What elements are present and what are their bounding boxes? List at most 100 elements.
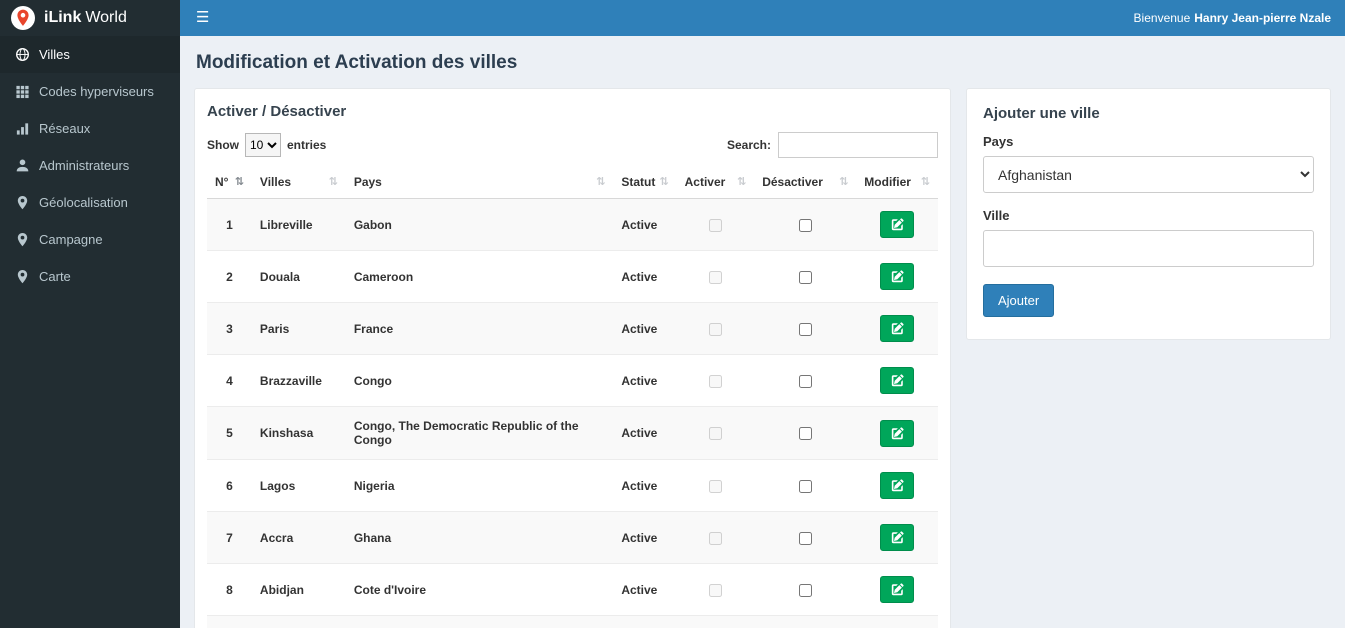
brand[interactable]: iLink World [0,0,180,36]
edit-icon [891,218,904,231]
column-header-statut[interactable]: Statut ⇅ [613,166,677,199]
desactiver-cell [754,511,857,564]
modifier-cell [856,250,938,303]
numero-cell: 8 [207,563,252,616]
modifier-cell [856,302,938,355]
modifier-button[interactable] [880,419,915,447]
activer-checkbox[interactable] [708,479,722,493]
menu-icon[interactable]: ☰ [180,0,225,36]
numero-cell: 6 [207,459,252,512]
page-length-control: Show 10 entries [207,133,326,157]
sidebar-item-label: Géolocalisation [39,195,128,210]
edit-icon [891,479,904,492]
sidebar-item-geolocalisation[interactable]: Géolocalisation [0,184,180,221]
desactiver-checkbox[interactable] [798,218,812,232]
activer-checkbox[interactable] [708,218,722,232]
table-row: 4 Brazzaville Congo Active [207,354,938,407]
activer-checkbox[interactable] [708,531,722,545]
ville-cell: Dakar [251,615,346,628]
edit-icon [891,426,904,440]
edit-icon [891,583,904,596]
desactiver-checkbox[interactable] [798,270,812,284]
pin-icon [14,232,30,247]
welcome-text: Bienvenue Hanry Jean-pierre Nzale [1133,11,1331,25]
pays-label: Pays [983,134,1014,149]
modifier-cell [856,459,938,512]
sidebar-item-campagne[interactable]: Campagne [0,221,180,258]
table-panel-title: Activer / Désactiver [207,103,347,120]
numero-cell: 3 [207,302,252,355]
ville-cell: Brazzaville [251,354,346,407]
activer-cell [676,511,755,564]
desactiver-checkbox[interactable] [798,479,812,493]
signal-icon [14,121,30,136]
modifier-button[interactable] [880,263,915,290]
ville-cell: Accra [251,511,346,564]
sidebar-item-codes-hyperviseurs[interactable]: Codes hyperviseurs [0,73,180,110]
column-header-desactiver[interactable]: Désactiver ⇅ [754,166,857,199]
modifier-button[interactable] [880,524,915,551]
ville-label: Ville [983,208,1010,223]
activer-checkbox[interactable] [708,427,722,441]
search-input[interactable] [778,132,938,158]
sidebar-item-administrateurs[interactable]: Administrateurs [0,147,180,184]
column-header-activer[interactable]: Activer ⇅ [676,166,755,199]
activer-cell [676,354,755,407]
pays-select[interactable]: Afghanistan [983,156,1314,193]
page-length-select[interactable]: 10 [245,133,281,157]
modules-icon [14,84,30,99]
statut-cell: Active [613,459,677,512]
modifier-button[interactable] [880,472,915,499]
column-label: N° [215,175,229,189]
edit-icon [891,531,904,544]
desactiver-checkbox[interactable] [798,322,812,336]
ville-cell: Lagos [251,459,346,512]
ajouter-button[interactable]: Ajouter [983,284,1055,317]
desactiver-checkbox[interactable] [798,427,812,441]
modifier-button[interactable] [880,367,915,394]
column-header-n[interactable]: N° ⇅ [207,166,252,199]
desactiver-checkbox[interactable] [798,583,812,597]
sidebar-item-label: Villes [39,47,70,62]
ville-cell: Libreville [251,198,346,251]
sort-icon: ⇅ [596,176,606,188]
sidebar-item-label: Codes hyperviseurs [39,84,154,99]
modifier-button[interactable] [880,315,915,342]
modifier-button[interactable] [880,576,915,603]
ville-input[interactable] [983,230,1314,267]
activer-checkbox[interactable] [708,583,722,597]
column-header-villes[interactable]: Villes ⇅ [251,166,346,199]
pays-cell: Nigeria [345,459,614,512]
numero-cell: 1 [207,198,252,251]
sidebar-item-carte[interactable]: Carte [0,258,180,295]
activer-checkbox[interactable] [708,270,722,284]
activer-checkbox[interactable] [708,322,722,336]
pays-cell: Congo, The Democratic Republic of the Co… [345,406,614,460]
sidebar-item-reseaux[interactable]: Réseaux [0,110,180,147]
desactiver-checkbox[interactable] [798,531,812,545]
numero-cell: 5 [207,406,252,460]
statut-cell: Active [613,511,677,564]
pays-cell: Senegal [345,615,614,628]
modifier-cell [856,354,938,407]
top-bar: iLink World ☰ Bienvenue Hanry Jean-pierre … [0,0,1345,36]
user-icon [14,158,30,173]
search-control: Search: [727,132,938,158]
sort-icon: ⇅ [234,176,244,188]
pin-icon [14,195,30,210]
column-label: Pays [353,175,382,189]
navbar: ☰ Bienvenue Hanry Jean-pierre Nzale [180,0,1345,36]
numero-cell: 4 [207,354,252,407]
desactiver-checkbox[interactable] [798,374,812,388]
sort-icon: ⇅ [920,176,930,188]
activer-cell [676,198,755,251]
brand-name: iLink World [44,9,127,26]
activer-checkbox[interactable] [708,374,722,388]
column-header-modifier[interactable]: Modifier ⇅ [856,166,938,199]
column-header-pays[interactable]: Pays ⇅ [345,166,614,199]
column-label: Statut [621,175,656,189]
modifier-button[interactable] [880,211,915,238]
statut-cell: Active [613,406,677,460]
sidebar-item-villes[interactable]: Villes [0,36,180,73]
search-label: Search: [726,138,771,152]
